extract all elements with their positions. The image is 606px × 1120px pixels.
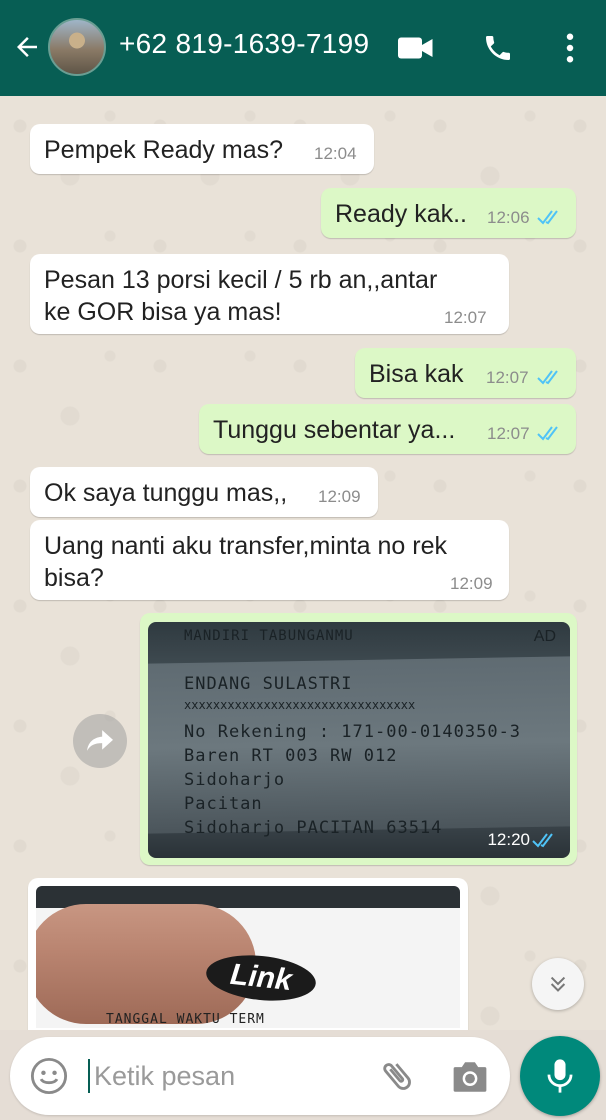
- video-call-icon[interactable]: [398, 30, 434, 66]
- message-time: 12:07: [486, 368, 529, 387]
- message-bubble-outgoing[interactable]: Bisa kak 12:07: [355, 348, 576, 398]
- more-vert-icon[interactable]: [552, 30, 588, 66]
- receipt-corner-text: AD: [533, 628, 556, 645]
- message-bubble-incoming[interactable]: Uang nanti aku transfer,minta no rek bis…: [30, 520, 509, 600]
- receipt-line: Sidoharjo: [184, 770, 286, 790]
- text-caret: [88, 1059, 90, 1093]
- mic-button[interactable]: [520, 1036, 600, 1116]
- mic-icon: [547, 1059, 573, 1093]
- contact-name[interactable]: +62 819-1639-7199: [119, 28, 369, 60]
- message-text: Pempek Ready mas?: [44, 136, 284, 164]
- message-text: Uang nanti aku transfer,minta no rek bis…: [44, 532, 448, 592]
- message-bubble-outgoing[interactable]: Ready kak.. 12:06: [321, 188, 576, 238]
- message-bubble-incoming[interactable]: Ok saya tunggu mas,, 12:09: [30, 467, 378, 517]
- receipt-line: Sidoharjo PACITAN 63514: [184, 818, 443, 838]
- message-composer[interactable]: Ketik pesan: [10, 1037, 510, 1115]
- scroll-down-button[interactable]: [532, 958, 584, 1010]
- avatar[interactable]: [48, 18, 106, 76]
- receipt-line: xxxxxxxxxxxxxxxxxxxxxxxxxxxxxxxx: [184, 698, 416, 712]
- read-receipt-icon: [537, 370, 558, 385]
- phone-icon[interactable]: [480, 30, 516, 66]
- read-receipt-icon: [537, 210, 558, 225]
- forward-button[interactable]: [73, 714, 127, 768]
- message-input[interactable]: Ketik pesan: [94, 1061, 235, 1092]
- message-text: Ok saya tunggu mas,,: [44, 479, 288, 507]
- message-time: 12:09: [450, 574, 493, 593]
- message-bubble-incoming[interactable]: Pesan 13 porsi kecil / 5 rb an,,antar ke…: [30, 254, 509, 334]
- message-text: Bisa kak: [369, 360, 464, 388]
- chat-area[interactable]: Pempek Ready mas? 12:04 Ready kak.. 12:0…: [0, 96, 606, 1030]
- card-footer-text: TANGGAL WAKTU TERM: [106, 1012, 265, 1027]
- message-text: Ready kak..: [335, 200, 468, 228]
- receipt-line: No Rekening : 171-00-0140350-3: [184, 722, 522, 742]
- back-arrow-icon[interactable]: [10, 30, 44, 64]
- message-text: Tunggu sebentar ya...: [213, 416, 456, 444]
- read-receipt-icon: [532, 833, 553, 848]
- receipt-line: Baren RT 003 RW 012: [184, 746, 398, 766]
- message-time: 12:07: [444, 308, 487, 327]
- receipt-line: MANDIRI TABUNGANMU: [184, 628, 354, 644]
- receipt-line: ENDANG SULASTRI: [184, 674, 353, 694]
- message-time: 12:06: [487, 208, 530, 227]
- attach-icon[interactable]: [378, 1057, 416, 1095]
- message-time: 12:04: [314, 144, 357, 163]
- message-bubble-outgoing[interactable]: Tunggu sebentar ya... 12:07: [199, 404, 576, 454]
- message-text: Pesan 13 porsi kecil / 5 rb an,,antar ke…: [44, 266, 438, 326]
- emoji-icon[interactable]: [30, 1057, 68, 1095]
- receipt-photo[interactable]: MANDIRI TABUNGANMU ENDANG SULASTRI xxxxx…: [148, 622, 570, 858]
- camera-icon[interactable]: [450, 1059, 490, 1095]
- message-time: 12:09: [318, 487, 361, 506]
- double-chevron-down-icon: [550, 976, 566, 992]
- message-bubble-incoming[interactable]: Pempek Ready mas? 12:04: [30, 124, 374, 174]
- message-time: 12:07: [487, 424, 530, 443]
- message-time: 12:20: [487, 830, 530, 849]
- card-photo[interactable]: Link TANGGAL WAKTU TERM: [36, 886, 460, 1028]
- receipt-line: Pacitan: [184, 794, 263, 814]
- read-receipt-icon: [537, 426, 558, 441]
- chat-header: +62 819-1639-7199: [0, 0, 606, 96]
- forward-icon: [87, 730, 113, 751]
